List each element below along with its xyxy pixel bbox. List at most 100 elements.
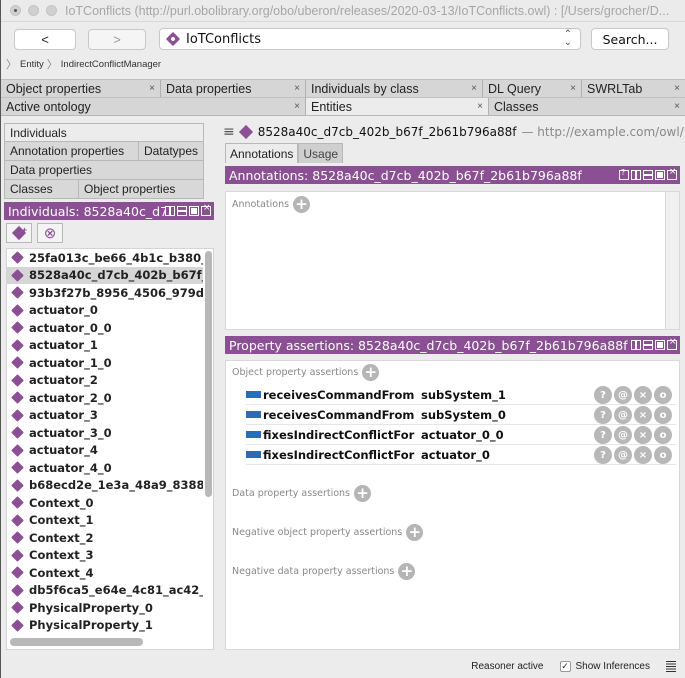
- maximize-view-icon[interactable]: [655, 170, 665, 180]
- individual-list-item[interactable]: actuator_2_0: [7, 389, 203, 407]
- close-window-button[interactable]: [10, 5, 21, 16]
- minimize-window-button[interactable]: [28, 5, 39, 16]
- property-value[interactable]: actuator_0_0: [421, 428, 504, 442]
- add-object-property-assertion-button[interactable]: +: [362, 364, 380, 381]
- search-button[interactable]: Search...: [591, 28, 669, 50]
- zoom-window-button[interactable]: [46, 5, 57, 16]
- tab-object-properties[interactable]: Object properties ×: [1, 79, 161, 97]
- individual-list-item[interactable]: Context_3: [7, 547, 203, 565]
- tab-entities[interactable]: Entities ×: [306, 97, 489, 115]
- explain-button[interactable]: ?: [594, 426, 612, 444]
- object-property-assertion-row[interactable]: fixesIndirectConflictFor actuator_0? @ × o: [246, 445, 676, 465]
- individual-list-item[interactable]: actuator_0: [7, 302, 203, 320]
- show-inferences-checkbox[interactable]: ✓: [559, 661, 571, 672]
- close-view-icon[interactable]: [201, 203, 211, 216]
- individual-list-item[interactable]: actuator_1_0: [7, 354, 203, 372]
- add-data-property-assertion-button[interactable]: +: [354, 485, 372, 502]
- property-name[interactable]: fixesIndirectConflictFor: [263, 428, 421, 442]
- delete-individual-button[interactable]: ⊗: [37, 223, 63, 243]
- close-tab-icon[interactable]: ×: [471, 83, 477, 94]
- split-vertical-icon[interactable]: [165, 206, 175, 216]
- property-name[interactable]: receivesCommandFrom: [263, 408, 421, 422]
- vertical-scrollbar[interactable]: [205, 251, 212, 497]
- split-horizontal-icon[interactable]: [643, 340, 653, 350]
- delete-button[interactable]: ×: [634, 406, 652, 424]
- delete-button[interactable]: ×: [634, 446, 652, 464]
- tab-object-properties-left[interactable]: Object properties: [79, 180, 203, 198]
- property-value[interactable]: actuator_0: [421, 448, 490, 462]
- explain-button[interactable]: ?: [594, 406, 612, 424]
- tab-annotation-properties[interactable]: Annotation properties: [5, 142, 139, 160]
- add-individual-button[interactable]: +: [6, 223, 32, 243]
- tab-individuals[interactable]: Individuals: [5, 124, 203, 141]
- tab-data-properties[interactable]: Data properties ×: [161, 79, 306, 97]
- tab-usage[interactable]: Usage: [298, 143, 344, 163]
- individual-list-item[interactable]: actuator_2: [7, 372, 203, 390]
- delete-button[interactable]: ×: [634, 386, 652, 404]
- tab-annotations[interactable]: Annotations: [225, 143, 299, 163]
- tab-active-ontology[interactable]: Active ontology ×: [1, 97, 306, 115]
- annotations-scrollbar[interactable]: [666, 191, 680, 330]
- individual-list-item[interactable]: actuator_1: [7, 337, 203, 355]
- horizontal-scrollbar[interactable]: [10, 638, 143, 646]
- show-inferences-toggle[interactable]: ✓ Show Inferences: [559, 661, 650, 672]
- individual-list-item[interactable]: 93b3f27b_8956_4506_979d_6: [7, 284, 203, 302]
- individual-list-item[interactable]: Context_2: [7, 529, 203, 547]
- breadcrumb-item[interactable]: IndirectConflictManager: [61, 59, 161, 70]
- close-tab-icon[interactable]: ×: [294, 83, 300, 94]
- close-tab-icon[interactable]: ×: [477, 101, 483, 112]
- add-negative-object-property-assertion-button[interactable]: +: [406, 524, 424, 541]
- close-view-icon[interactable]: [667, 167, 677, 180]
- breadcrumb-item[interactable]: Entity: [20, 59, 44, 70]
- close-tab-icon[interactable]: ×: [294, 101, 300, 112]
- edit-button[interactable]: o: [654, 406, 672, 424]
- maximize-view-icon[interactable]: [189, 206, 199, 216]
- property-name[interactable]: receivesCommandFrom: [263, 388, 421, 402]
- close-tab-icon[interactable]: ×: [674, 101, 680, 112]
- delete-button[interactable]: ×: [634, 426, 652, 444]
- individual-list-item[interactable]: db5f6ca5_e64e_4c81_ac42_02: [7, 582, 203, 600]
- tab-dl-query[interactable]: DL Query ×: [483, 79, 582, 97]
- forward-button[interactable]: >: [88, 29, 146, 50]
- individual-list-item[interactable]: b68ecd2e_1e3a_48a9_8388_69: [7, 477, 203, 495]
- individual-list-item[interactable]: actuator_4_0: [7, 459, 203, 477]
- explain-button[interactable]: ?: [594, 386, 612, 404]
- help-icon[interactable]: [619, 168, 629, 180]
- split-vertical-icon[interactable]: [631, 340, 641, 350]
- individual-list-item[interactable]: 25fa013c_be66_4b1c_b380_bf: [7, 249, 203, 267]
- edit-button[interactable]: o: [654, 426, 672, 444]
- tab-classes[interactable]: Classes ×: [489, 97, 685, 115]
- close-tab-icon[interactable]: ×: [570, 83, 576, 94]
- add-negative-data-property-assertion-button[interactable]: +: [398, 563, 416, 580]
- annotate-button[interactable]: @: [614, 446, 632, 464]
- maximize-view-icon[interactable]: [655, 340, 665, 350]
- individual-list-item[interactable]: PhysicalProperty_1: [7, 617, 203, 635]
- close-tab-icon[interactable]: ×: [149, 83, 155, 94]
- tab-swrltab[interactable]: SWRLTab ×: [582, 79, 685, 97]
- tab-data-properties[interactable]: Data properties: [5, 161, 203, 179]
- log-icon[interactable]: [666, 661, 676, 672]
- individual-list-item[interactable]: actuator_3_0: [7, 424, 203, 442]
- tab-datatypes[interactable]: Datatypes: [139, 142, 203, 160]
- split-horizontal-icon[interactable]: [643, 170, 653, 180]
- individual-list-item[interactable]: Context_0: [7, 494, 203, 512]
- individual-list-item[interactable]: Context_1: [7, 512, 203, 530]
- individual-list-item[interactable]: 8528a40c_d7cb_402b_b67f_2b: [7, 266, 203, 284]
- add-annotation-button[interactable]: +: [293, 196, 311, 213]
- individual-list-item[interactable]: PhysicalProperty_0: [7, 599, 203, 617]
- edit-button[interactable]: o: [654, 386, 672, 404]
- tab-individuals-by-class[interactable]: Individuals by class ×: [306, 79, 483, 97]
- property-value[interactable]: subSystem_1: [421, 388, 506, 402]
- object-property-assertion-row[interactable]: fixesIndirectConflictFor actuator_0_0? @ × o: [246, 425, 676, 445]
- explain-button[interactable]: ?: [594, 446, 612, 464]
- individual-list-item[interactable]: actuator_3: [7, 407, 203, 425]
- back-button[interactable]: <: [14, 29, 76, 50]
- individual-list-item[interactable]: Context_4: [7, 564, 203, 582]
- split-vertical-icon[interactable]: [631, 170, 641, 180]
- object-property-assertion-row[interactable]: receivesCommandFrom subSystem_1? @ × o: [246, 385, 676, 405]
- individual-list-item[interactable]: actuator_4: [7, 442, 203, 460]
- close-view-icon[interactable]: [667, 337, 677, 350]
- property-name[interactable]: fixesIndirectConflictFor: [263, 448, 421, 462]
- edit-button[interactable]: o: [654, 446, 672, 464]
- annotate-button[interactable]: @: [614, 406, 632, 424]
